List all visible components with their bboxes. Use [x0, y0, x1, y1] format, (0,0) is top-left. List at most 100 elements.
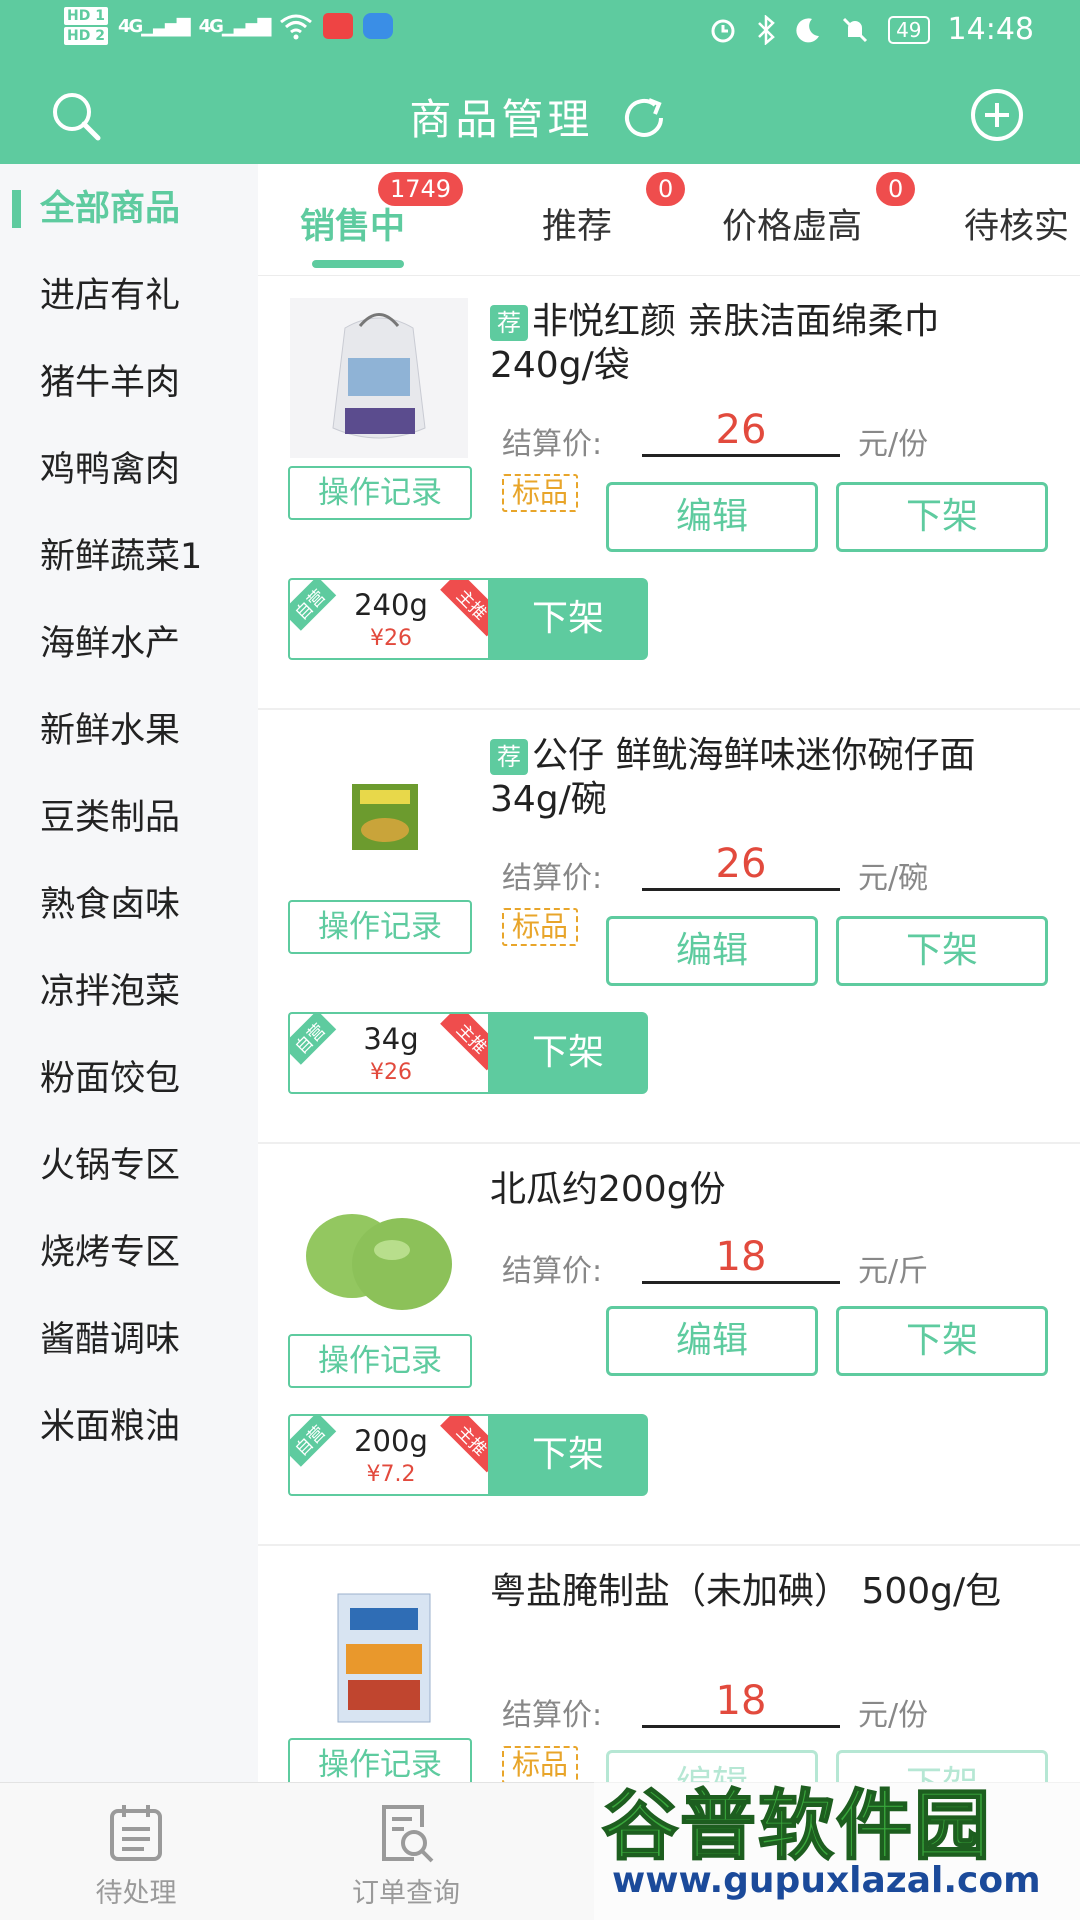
- product-name-row: 荐非悦红颜 亲肤洁面绵柔巾 240g/袋: [490, 300, 1050, 388]
- tab-recommended[interactable]: 推荐: [542, 198, 612, 249]
- sidebar-item[interactable]: 豆类制品: [0, 788, 258, 848]
- offshelf-button[interactable]: 下架: [836, 1306, 1048, 1376]
- price-label: 结算价:: [502, 1698, 603, 1733]
- sidebar-item[interactable]: 猪牛羊肉: [0, 353, 258, 413]
- watermark: 谷普软件园 www.gupuxlazal.com: [594, 1748, 1080, 1920]
- sidebar-item[interactable]: 酱醋调味: [0, 1310, 258, 1370]
- product-image[interactable]: [290, 298, 468, 458]
- browser-app-icon: [363, 13, 394, 39]
- spec-offshelf-button[interactable]: 下架: [488, 1414, 648, 1496]
- operation-log-button[interactable]: 操作记录: [288, 466, 472, 520]
- watermark-url: www.gupuxlazal.com: [612, 1860, 1041, 1901]
- signal-1-label: 4G: [117, 15, 143, 37]
- price-unit: 元/份: [858, 427, 929, 462]
- tab-pending-verify[interactable]: 待核实: [964, 198, 1069, 249]
- page-title: 商品管理: [409, 95, 594, 144]
- sidebar-item[interactable]: 新鲜蔬菜1: [0, 527, 258, 587]
- standard-product-tag: 标品: [502, 474, 578, 512]
- signal-2-icon: 4G▁▃▅▇: [198, 15, 272, 37]
- mute-bell-icon: [843, 17, 868, 42]
- sidebar-item-label: 猪牛羊肉: [40, 363, 181, 403]
- edit-button[interactable]: 编辑: [606, 916, 818, 986]
- offshelf-button[interactable]: 下架: [836, 482, 1048, 552]
- sidebar-item[interactable]: 烧烤专区: [0, 1223, 258, 1283]
- sidebar-item[interactable]: 海鲜水产: [0, 614, 258, 674]
- product-image[interactable]: [290, 1174, 468, 1334]
- nav-order-search[interactable]: 订单查询: [326, 1801, 486, 1910]
- product-name: 北瓜约200g份: [490, 1169, 726, 1210]
- product-image[interactable]: [290, 732, 468, 892]
- price-value[interactable]: 18: [642, 1677, 840, 1728]
- sidebar-item-label: 米面粮油: [40, 1407, 181, 1447]
- battery-level: 49: [896, 17, 922, 42]
- product-card: 粤盐腌制盐（未加碘） 500g/包 结算价: 18 元/份 操作记录 标品 编辑…: [258, 1546, 1080, 1820]
- sidebar-item[interactable]: 粉面饺包: [0, 1049, 258, 1109]
- product-name-row: 粤盐腌制盐（未加碘） 500g/包: [490, 1570, 1050, 1614]
- tab-label: 销售中: [300, 207, 406, 247]
- sidebar-item[interactable]: 火锅专区: [0, 1136, 258, 1196]
- spec-box: 自营 主推 200g ¥7.2: [288, 1414, 490, 1496]
- tab-price-too-high[interactable]: 价格虚高: [722, 198, 862, 249]
- spec-offshelf-button[interactable]: 下架: [488, 1012, 648, 1094]
- nav-label: 订单查询: [352, 1878, 460, 1909]
- product-name: 公仔 鲜鱿海鲜味迷你碗仔面 34g/碗: [490, 735, 976, 820]
- sidebar-item-label: 熟食卤味: [40, 885, 181, 925]
- signal-2-label: 4G: [198, 15, 224, 37]
- page-title-wrap: 商品管理: [0, 86, 1080, 147]
- refresh-icon[interactable]: [619, 94, 671, 142]
- product-name-row: 北瓜约200g份: [490, 1168, 1050, 1212]
- offshelf-button[interactable]: 下架: [836, 916, 1048, 986]
- price-value[interactable]: 26: [642, 406, 840, 457]
- sidebar-item-label: 粉面饺包: [40, 1059, 181, 1099]
- status-left: HD 1 HD 2 4G▁▃▅▇ 4G▁▃▅▇: [64, 6, 394, 46]
- wifi-icon: [280, 14, 313, 40]
- sidebar-item-all[interactable]: 全部商品: [0, 179, 258, 239]
- signal-1-icon: 4G▁▃▅▇: [117, 15, 191, 37]
- spec-price: ¥7.2: [366, 1462, 416, 1487]
- price-label: 结算价:: [502, 427, 603, 462]
- spec-price: ¥26: [370, 1060, 412, 1085]
- price-label: 结算价:: [502, 861, 603, 896]
- product-card: 北瓜约200g份 结算价: 18 元/斤 编辑 下架 操作记录 自营 主推 20…: [258, 1144, 1080, 1546]
- clipboard-icon: [110, 1805, 162, 1861]
- status-right: 49 14:48: [708, 12, 1034, 47]
- sidebar-item-label: 烧烤专区: [40, 1233, 181, 1273]
- price-unit: 元/斤: [858, 1254, 929, 1289]
- standard-product-tag: 标品: [502, 1746, 578, 1784]
- hd1-label: HD 1: [64, 7, 108, 25]
- product-image[interactable]: [290, 1574, 468, 1734]
- edit-button[interactable]: 编辑: [606, 482, 818, 552]
- add-product-icon[interactable]: [962, 86, 1032, 144]
- book-app-icon: [323, 13, 354, 39]
- product-name: 非悦红颜 亲肤洁面绵柔巾 240g/袋: [490, 301, 940, 386]
- status-bar: HD 1 HD 2 4G▁▃▅▇ 4G▁▃▅▇ 49 14:48: [0, 0, 1080, 62]
- sidebar-item[interactable]: 凉拌泡菜: [0, 962, 258, 1022]
- sidebar-item[interactable]: 新鲜水果: [0, 701, 258, 761]
- sidebar-item-label: 凉拌泡菜: [40, 972, 181, 1012]
- operation-log-button[interactable]: 操作记录: [288, 900, 472, 954]
- tab-on-sale[interactable]: 销售中: [300, 198, 405, 249]
- price-value[interactable]: 18: [642, 1233, 840, 1284]
- sidebar-item[interactable]: 鸡鸭禽肉: [0, 440, 258, 500]
- sidebar-item[interactable]: 熟食卤味: [0, 875, 258, 935]
- spec-box: 自营 主推 240g ¥26: [288, 578, 490, 660]
- battery-icon: 49: [888, 15, 930, 44]
- spec-row: 自营 主推 34g ¥26 下架: [288, 1012, 648, 1094]
- standard-product-tag: 标品: [502, 908, 578, 946]
- edit-button[interactable]: 编辑: [606, 1306, 818, 1376]
- operation-log-button[interactable]: 操作记录: [288, 1334, 472, 1388]
- spec-offshelf-button[interactable]: 下架: [488, 578, 648, 660]
- sidebar-item-label: 鸡鸭禽肉: [40, 450, 181, 490]
- sidebar-item-label: 豆类制品: [40, 798, 181, 838]
- status-tabs: 销售中 1749 推荐 0 价格虚高 0 待核实: [258, 164, 1080, 276]
- nav-pending[interactable]: 待处理: [56, 1801, 216, 1910]
- tab-count-badge: 1749: [378, 172, 464, 206]
- sidebar-item[interactable]: 米面粮油: [0, 1397, 258, 1457]
- moon-icon: [796, 17, 820, 42]
- order-search-icon: [382, 1805, 434, 1863]
- price-label: 结算价:: [502, 1254, 603, 1289]
- price-value[interactable]: 26: [642, 840, 840, 891]
- spec-weight: 240g: [354, 588, 428, 622]
- product-name: 粤盐腌制盐（未加碘） 500g/包: [490, 1571, 1002, 1612]
- sidebar-item[interactable]: 进店有礼: [0, 266, 258, 326]
